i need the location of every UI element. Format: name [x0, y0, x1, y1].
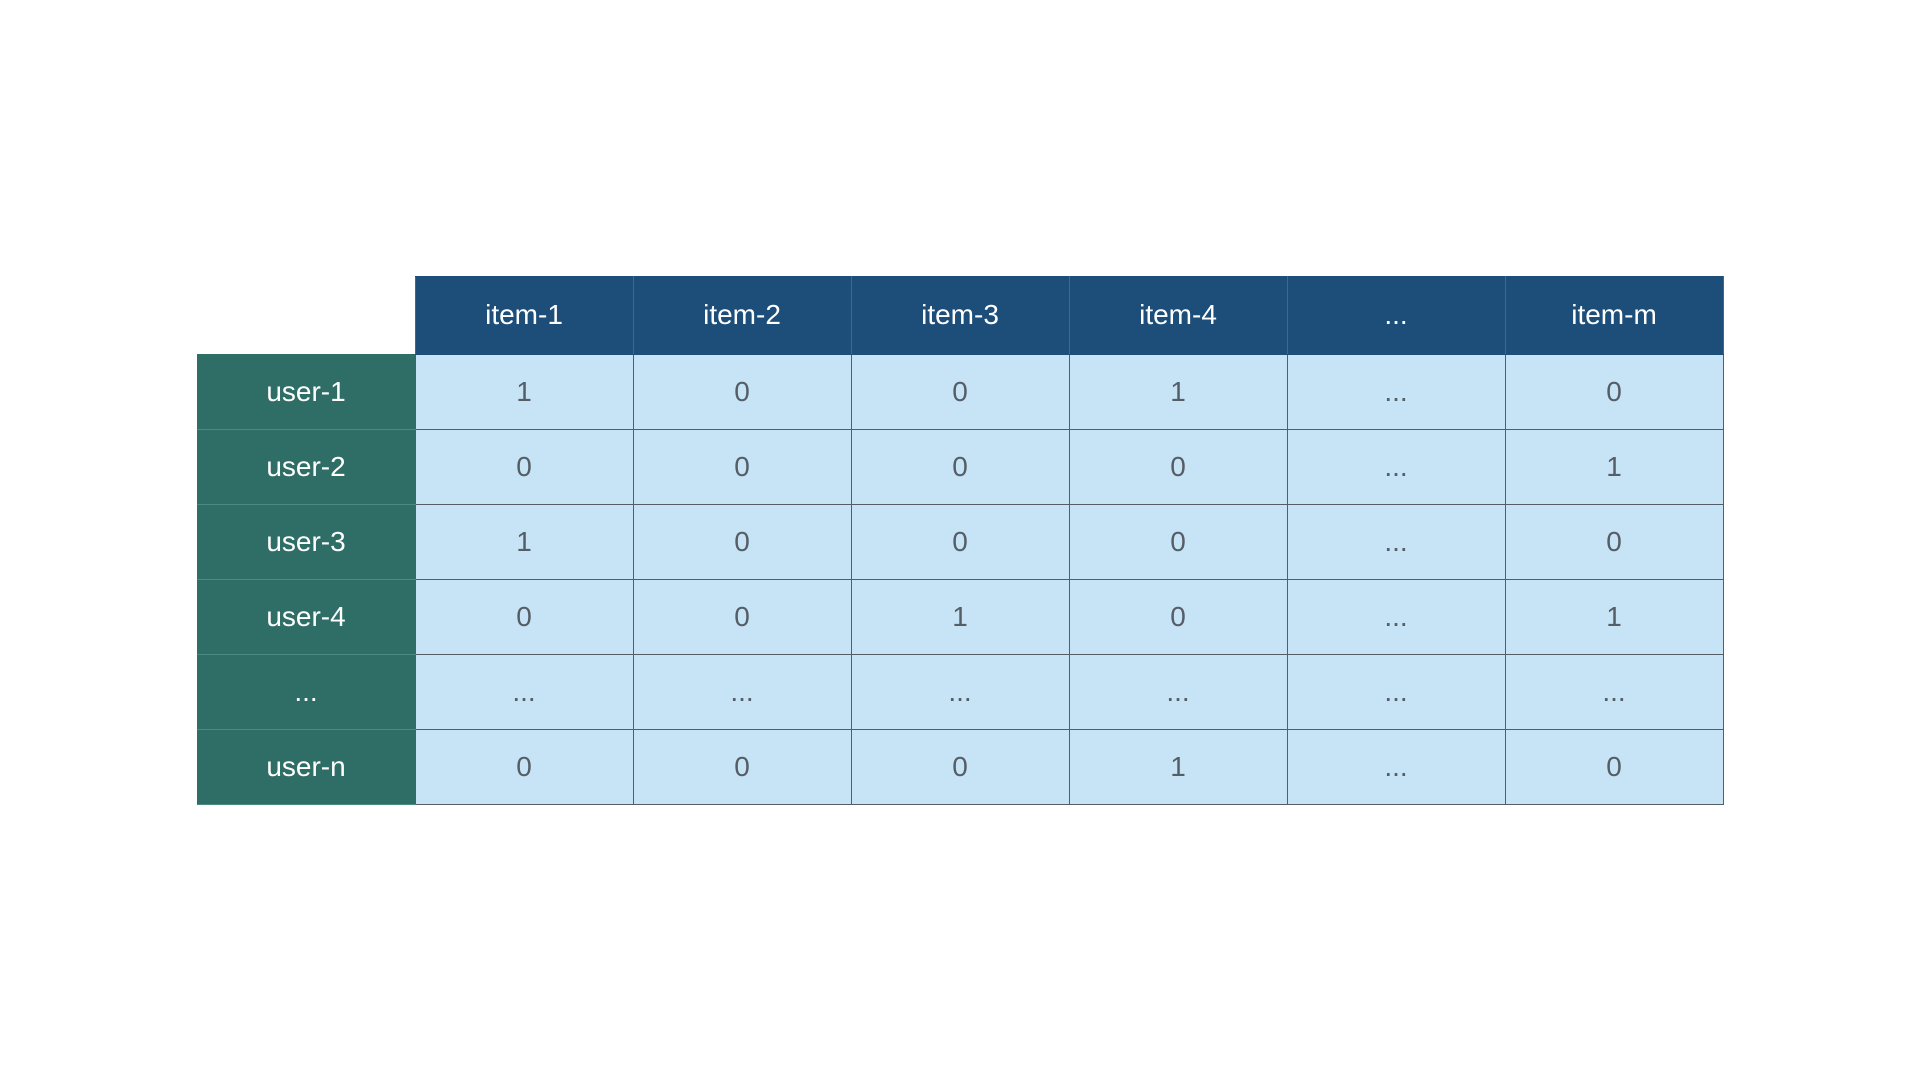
matrix-table: item-1 item-2 item-3 item-4 ... item-m u… [197, 276, 1724, 805]
col-header: item-1 [415, 276, 633, 354]
data-cell: 0 [1069, 579, 1287, 654]
row-header: user-2 [197, 429, 415, 504]
data-cell: 0 [633, 504, 851, 579]
data-cell: ... [1505, 654, 1723, 729]
data-cell: 0 [851, 429, 1069, 504]
data-cell: 0 [415, 429, 633, 504]
data-cell: ... [1287, 579, 1505, 654]
user-item-matrix: item-1 item-2 item-3 item-4 ... item-m u… [197, 276, 1724, 805]
table-row: user-3 1 0 0 0 ... 0 [197, 504, 1723, 579]
data-cell: ... [1287, 354, 1505, 429]
data-cell: 1 [1505, 579, 1723, 654]
data-cell: 0 [633, 729, 851, 804]
data-cell: 0 [851, 504, 1069, 579]
data-cell: 1 [415, 504, 633, 579]
data-cell: 0 [633, 354, 851, 429]
data-cell: 0 [1069, 504, 1287, 579]
data-cell: 0 [415, 729, 633, 804]
data-cell: 0 [1505, 504, 1723, 579]
data-cell: 0 [415, 579, 633, 654]
table-row: user-n 0 0 0 1 ... 0 [197, 729, 1723, 804]
data-cell: ... [1287, 429, 1505, 504]
data-cell: ... [851, 654, 1069, 729]
col-header: item-4 [1069, 276, 1287, 354]
data-cell: ... [1069, 654, 1287, 729]
row-header: user-4 [197, 579, 415, 654]
col-header: item-m [1505, 276, 1723, 354]
data-cell: ... [415, 654, 633, 729]
data-cell: ... [1287, 504, 1505, 579]
table-row-ellipsis: ... ... ... ... ... ... ... [197, 654, 1723, 729]
data-cell: 0 [1505, 729, 1723, 804]
header-row: item-1 item-2 item-3 item-4 ... item-m [197, 276, 1723, 354]
data-cell: 0 [851, 354, 1069, 429]
col-header-ellipsis: ... [1287, 276, 1505, 354]
data-cell: ... [1287, 729, 1505, 804]
table-row: user-4 0 0 1 0 ... 1 [197, 579, 1723, 654]
data-cell: 0 [1069, 429, 1287, 504]
table-row: user-1 1 0 0 1 ... 0 [197, 354, 1723, 429]
row-header: user-3 [197, 504, 415, 579]
col-header: item-3 [851, 276, 1069, 354]
data-cell: ... [1287, 654, 1505, 729]
data-cell: 1 [851, 579, 1069, 654]
col-header: item-2 [633, 276, 851, 354]
row-header-ellipsis: ... [197, 654, 415, 729]
data-cell: 0 [1505, 354, 1723, 429]
data-cell: 1 [1069, 729, 1287, 804]
table-row: user-2 0 0 0 0 ... 1 [197, 429, 1723, 504]
row-header: user-n [197, 729, 415, 804]
data-cell: 1 [415, 354, 633, 429]
data-cell: 0 [633, 429, 851, 504]
row-header: user-1 [197, 354, 415, 429]
data-cell: 0 [851, 729, 1069, 804]
data-cell: 1 [1505, 429, 1723, 504]
data-cell: 0 [633, 579, 851, 654]
data-cell: 1 [1069, 354, 1287, 429]
data-cell: ... [633, 654, 851, 729]
corner-cell [197, 276, 415, 354]
